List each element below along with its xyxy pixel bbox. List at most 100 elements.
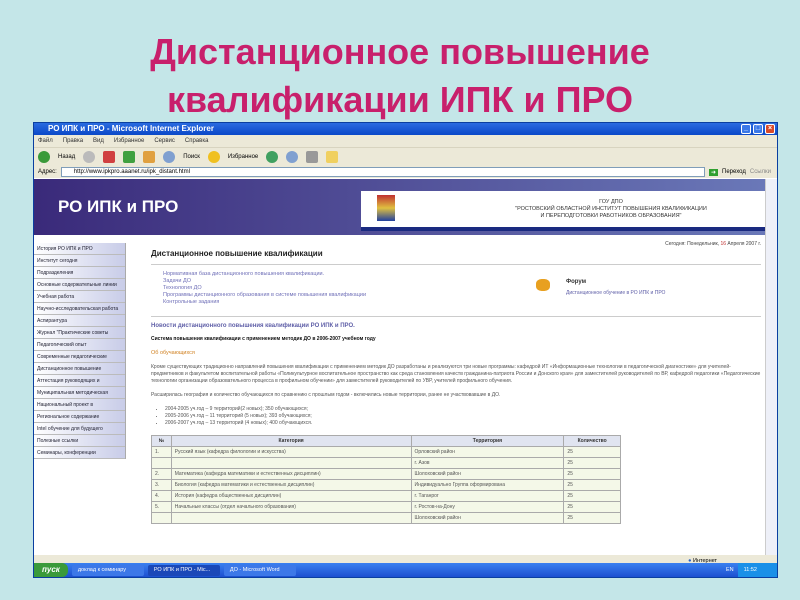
refresh-icon[interactable] (123, 151, 136, 163)
stats-list: 2004-2005 уч.год – 9 территорий(2 новых)… (165, 406, 761, 427)
back-icon[interactable] (38, 151, 50, 163)
sidebar-item[interactable]: История РО ИПК и ПРО (34, 243, 125, 255)
table-cell: Начальные классы (отдел начального образ… (170, 501, 412, 513)
sidebar-item[interactable]: Журнал "Практические советы учителю" (34, 327, 125, 339)
go-icon[interactable]: ➜ (709, 168, 719, 176)
sidebar-item[interactable]: Семинары, конференции (34, 447, 125, 459)
sidebar-item[interactable]: Intel обучение для будущего (34, 423, 125, 435)
menu-view[interactable]: Вид (93, 135, 104, 147)
sidebar-item[interactable]: Полезные ссылки (34, 435, 125, 447)
sidebar-item[interactable]: Дистанционное повышение квалификации (34, 363, 125, 375)
list-item[interactable]: Технология ДО (163, 285, 761, 292)
list-item[interactable]: Задачи ДО (163, 278, 761, 285)
sidebar-item[interactable]: Институт сегодня (34, 255, 125, 267)
search-button[interactable]: Поиск (183, 154, 200, 160)
print-icon[interactable] (306, 151, 319, 163)
start-button[interactable]: пуск (34, 563, 68, 577)
forum-link[interactable]: Дистанционное обучение в РО ИПК и ПРО (566, 290, 665, 296)
table-row: 3. Биология (кафедра математики и естеств… (151, 479, 621, 491)
table-row: Шолоховский район 25 (151, 512, 621, 524)
sidebar-item[interactable]: Учебная работа (34, 291, 125, 303)
language-indicator[interactable]: EN (726, 567, 734, 573)
menu-file[interactable]: Файл (38, 135, 53, 147)
sidebar-item[interactable]: Региональное содержание образования (34, 411, 125, 423)
menu-tools[interactable]: Сервис (154, 135, 175, 147)
close-button[interactable]: × (765, 124, 775, 134)
menu-edit[interactable]: Правка (63, 135, 83, 147)
search-icon[interactable] (163, 151, 176, 163)
list-item[interactable]: Контрольные задания (163, 299, 761, 306)
taskbar-item[interactable]: ДО - Microsoft Word (223, 564, 296, 576)
clock: 11:52 (737, 563, 777, 577)
table-cell: г. Таганрог (410, 490, 565, 502)
users-icon (536, 279, 550, 291)
list-item: 2005-2006 уч.год – 11 территорий (5 новы… (165, 413, 761, 420)
forum-title[interactable]: Форум (566, 279, 665, 285)
table-cell: 25 (563, 457, 621, 469)
sidebar-item[interactable]: Научно-исследовательская работа (34, 303, 125, 315)
list-item[interactable]: Нормативная база дистанционного повышени… (163, 271, 761, 278)
folder-icon[interactable] (326, 151, 339, 163)
taskbar-item[interactable]: РО ИПК и ПРО - Mic... (147, 564, 220, 576)
page-heading: Дистанционное повышение квалификации (151, 249, 761, 265)
sidebar-item[interactable]: Муниципальная методическая служба (34, 387, 125, 399)
table-cell (170, 457, 412, 469)
links-button[interactable]: Ссылки (750, 169, 777, 175)
table-cell (151, 457, 172, 469)
table-row: 5. Начальные классы (отдел начального обр… (151, 501, 621, 513)
sidebar-item[interactable]: Национальный проект в образовании (34, 399, 125, 411)
table-cell: г. Ростов-на-Дону (410, 501, 565, 513)
column-header: Территория (410, 435, 565, 447)
table-row: 2. Математика (кафедра математики и естес… (151, 468, 621, 480)
forum-block: Форум Дистанционное обучение в РО ИПК и П… (536, 279, 665, 296)
coat-of-arms-icon (377, 195, 395, 221)
table-cell: Орловский район (410, 446, 565, 458)
title-bar: РО ИПК и ПРО - Microsoft Internet Explor… (34, 123, 777, 135)
mail-icon[interactable] (286, 151, 299, 163)
sidebar-item[interactable]: Аттестация руководящих и педагогических … (34, 375, 125, 387)
menu-favorites[interactable]: Избранное (114, 135, 144, 147)
table-row: г. Азов 25 (151, 457, 621, 469)
star-icon[interactable] (207, 151, 220, 163)
column-header: № (151, 435, 172, 447)
site-logo[interactable]: РО ИПК и ПРО (58, 197, 178, 217)
favorites-button[interactable]: Избранное (228, 154, 258, 160)
students-table: № Категория Территория Количество 1. Русский … (151, 435, 621, 524)
address-input[interactable]: http://www.ipkpro.aaanet.ru/ipk_distant.… (60, 167, 705, 177)
home-icon[interactable] (143, 151, 156, 163)
stop-icon[interactable] (103, 151, 116, 163)
table-cell: 1. (151, 446, 172, 458)
sidebar-nav: История РО ИПК и ПРО Институт сегодня Подр… (34, 243, 126, 459)
address-bar: Адрес: http://www.ipkpro.aaanet.ru/ipk_d… (34, 166, 777, 178)
list-item: 2004-2005 уч.год – 9 территорий(2 новых)… (165, 406, 761, 413)
minimize-button[interactable]: _ (741, 124, 751, 134)
site-banner: РО ИПК и ПРО ГОУ ДПО "РОСТОВСКИЙ ОБЛАСТНО… (34, 179, 765, 235)
go-button[interactable]: Переход (722, 169, 746, 175)
table-cell: 2. (151, 468, 172, 480)
taskbar: пуск доклад к семинару РО ИПК и ПРО - Mi… (34, 563, 777, 577)
sidebar-item[interactable]: Аспирантура (34, 315, 125, 327)
history-icon[interactable] (266, 151, 279, 163)
maximize-button[interactable]: □ (753, 124, 763, 134)
taskbar-item[interactable]: доклад к семинару (71, 564, 144, 576)
sidebar-item[interactable]: Современные педагогические технологии (34, 351, 125, 363)
sidebar-item[interactable]: Педагогический опыт (34, 339, 125, 351)
sidebar-item[interactable]: Подразделения (34, 267, 125, 279)
table-cell: 4. (151, 490, 172, 502)
list-item[interactable]: Программы дистанционного образования в с… (163, 292, 761, 299)
table-cell: 25 (563, 512, 621, 524)
forward-icon[interactable] (83, 151, 96, 163)
back-button[interactable]: Назад (58, 154, 75, 160)
table-cell: История (кафедра общественных дисциплин) (170, 490, 412, 502)
vertical-scrollbar[interactable] (765, 179, 777, 555)
sidebar-item[interactable]: Основные содержательные линии ИПК (34, 279, 125, 291)
menu-bar: Файл Правка Вид Избранное Сервис Справка (34, 135, 777, 147)
table-cell (170, 512, 412, 524)
main-content: Сегодня: Понедельник, 16 Апреля 2007 г. … (151, 241, 761, 524)
toolbar: Назад Поиск Избранное (34, 147, 777, 166)
table-cell: Шолоховский район (410, 468, 565, 480)
news-title: Новости дистанционного повышения квалифи… (151, 316, 761, 329)
menu-help[interactable]: Справка (185, 135, 209, 147)
table-cell: 25 (563, 446, 621, 458)
organization-name: ГОУ ДПО "РОСТОВСКИЙ ОБЛАСТНОЙ ИНСТИТУТ ПО… (515, 199, 707, 219)
